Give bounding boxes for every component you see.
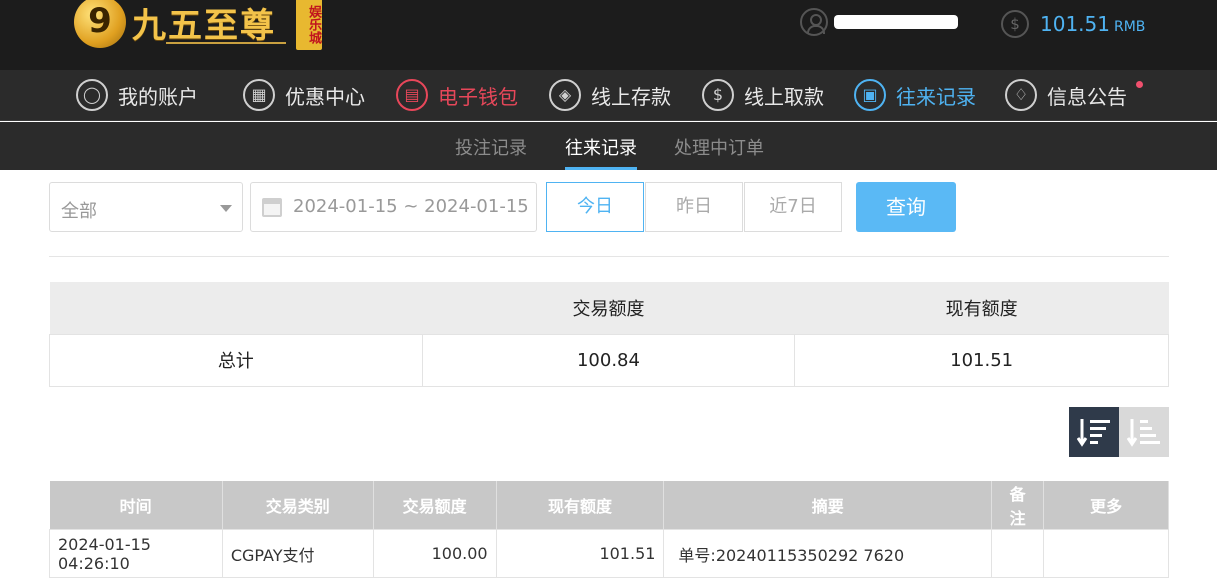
nav-label: 线上取款 bbox=[744, 84, 824, 109]
category-selected-value: 全部 bbox=[61, 201, 97, 222]
records-icon: ▣ bbox=[854, 79, 886, 111]
summary-header-current: 现有额度 bbox=[794, 282, 1169, 334]
main-nav: ◯ 我的账户 ▦ 优惠中心 ▤ 电子钱包 ◈ 线上存款 $ 线上取款 ▣ 往来记… bbox=[0, 70, 1217, 121]
col-amount: 交易额度 bbox=[373, 481, 497, 530]
summary-header-trade: 交易额度 bbox=[422, 282, 795, 334]
nav-announcements[interactable]: ♢ 信息公告 bbox=[1005, 78, 1127, 112]
nav-label: 优惠中心 bbox=[285, 84, 365, 109]
nav-label: 我的账户 bbox=[118, 84, 198, 109]
nav-transaction-records[interactable]: ▣ 往来记录 bbox=[854, 78, 976, 112]
quick-last7days-button[interactable]: 近7日 bbox=[744, 182, 842, 232]
logo-title: 九五至尊 bbox=[132, 6, 276, 46]
sort-descending-button[interactable] bbox=[1069, 407, 1119, 457]
cell-more[interactable] bbox=[1043, 529, 1169, 578]
summary-trade-amount: 100.84 bbox=[421, 333, 796, 387]
cell-amount: 100.00 bbox=[372, 529, 497, 578]
date-range-input[interactable] bbox=[293, 196, 533, 217]
query-button[interactable]: 查询 bbox=[856, 182, 956, 232]
unread-notice-dot bbox=[1136, 81, 1143, 88]
gift-icon: ▦ bbox=[243, 79, 275, 111]
records-header-row: 时间 交易类别 交易额度 现有额度 摘要 备注 更多 bbox=[49, 481, 1169, 530]
col-more: 更多 bbox=[1043, 481, 1169, 530]
tab-pending-orders[interactable]: 处理中订单 bbox=[674, 134, 764, 170]
col-time: 时间 bbox=[49, 481, 223, 530]
nav-online-deposit[interactable]: ◈ 线上存款 bbox=[549, 78, 671, 112]
summary-total-row: 总计 100.84 101.51 bbox=[49, 333, 1169, 387]
nav-my-account[interactable]: ◯ 我的账户 bbox=[76, 78, 198, 112]
col-balance: 现有额度 bbox=[496, 481, 665, 530]
logo-mark: 9 bbox=[74, 0, 126, 48]
summary-table: 交易额度 现有额度 总计 100.84 101.51 bbox=[49, 282, 1169, 387]
calendar-icon bbox=[262, 198, 282, 217]
tab-bet-records[interactable]: 投注记录 bbox=[455, 134, 527, 170]
cell-summary: 单号:20240115350292 7620 bbox=[663, 529, 993, 578]
quick-yesterday-button[interactable]: 昨日 bbox=[645, 182, 743, 232]
logo-ornament bbox=[166, 42, 286, 44]
bell-icon: ♢ bbox=[1005, 79, 1037, 111]
sort-asc-icon bbox=[1127, 419, 1160, 447]
sort-desc-icon bbox=[1077, 419, 1110, 447]
deposit-icon: ◈ bbox=[549, 79, 581, 111]
balance-value: 101.51 bbox=[1040, 12, 1110, 36]
nav-e-wallet[interactable]: ▤ 电子钱包 bbox=[396, 78, 518, 112]
date-range-picker[interactable] bbox=[250, 182, 537, 232]
top-header: 9 九五至尊 娱乐城 $ 101.51 RMB bbox=[0, 0, 1217, 70]
logo-badge: 娱乐城 bbox=[296, 0, 322, 50]
col-type: 交易类别 bbox=[222, 481, 374, 530]
wallet-icon: ▤ bbox=[396, 79, 428, 111]
username-masked bbox=[834, 11, 958, 31]
user-icon: ◯ bbox=[76, 79, 108, 111]
sort-ascending-button[interactable] bbox=[1119, 407, 1169, 457]
site-logo[interactable]: 9 九五至尊 娱乐城 bbox=[74, 0, 334, 54]
nav-label: 电子钱包 bbox=[438, 84, 518, 109]
cell-type: CGPAY支付 bbox=[221, 529, 374, 578]
category-select[interactable]: 全部 bbox=[49, 182, 243, 232]
records-table: 时间 交易类别 交易额度 现有额度 摘要 备注 更多 2024-01-15 04… bbox=[49, 481, 1169, 578]
col-summary: 摘要 bbox=[663, 481, 993, 530]
nav-label: 线上存款 bbox=[591, 84, 671, 109]
table-row: 2024-01-15 04:26:10 CGPAY支付 100.00 101.5… bbox=[49, 529, 1169, 578]
summary-header-row: 交易额度 现有额度 bbox=[49, 282, 1169, 334]
cell-time: 2024-01-15 04:26:10 bbox=[49, 529, 223, 578]
dollar-coin-icon: $ bbox=[1001, 10, 1029, 38]
withdraw-icon: $ bbox=[702, 79, 734, 111]
nav-label: 往来记录 bbox=[896, 84, 976, 109]
col-remark: 备注 bbox=[991, 481, 1045, 530]
summary-header-blank bbox=[49, 282, 423, 334]
cell-remark bbox=[991, 529, 1045, 578]
sub-tabs: 投注记录 往来记录 处理中订单 bbox=[0, 122, 1217, 170]
balance-currency: RMB bbox=[1113, 19, 1146, 35]
tab-transaction-records[interactable]: 往来记录 bbox=[565, 134, 637, 170]
cell-balance: 101.51 bbox=[495, 529, 665, 578]
section-divider bbox=[49, 256, 1169, 257]
caret-down-icon bbox=[220, 205, 232, 212]
user-avatar-icon bbox=[800, 8, 828, 36]
quick-today-button[interactable]: 今日 bbox=[546, 182, 644, 232]
account-balance: 101.51 RMB bbox=[1040, 12, 1145, 36]
nav-online-withdraw[interactable]: $ 线上取款 bbox=[702, 78, 824, 112]
nav-promotions[interactable]: ▦ 优惠中心 bbox=[243, 78, 365, 112]
nav-label: 信息公告 bbox=[1047, 84, 1127, 109]
summary-total-label: 总计 bbox=[49, 333, 423, 387]
summary-current-amount: 101.51 bbox=[794, 333, 1169, 387]
